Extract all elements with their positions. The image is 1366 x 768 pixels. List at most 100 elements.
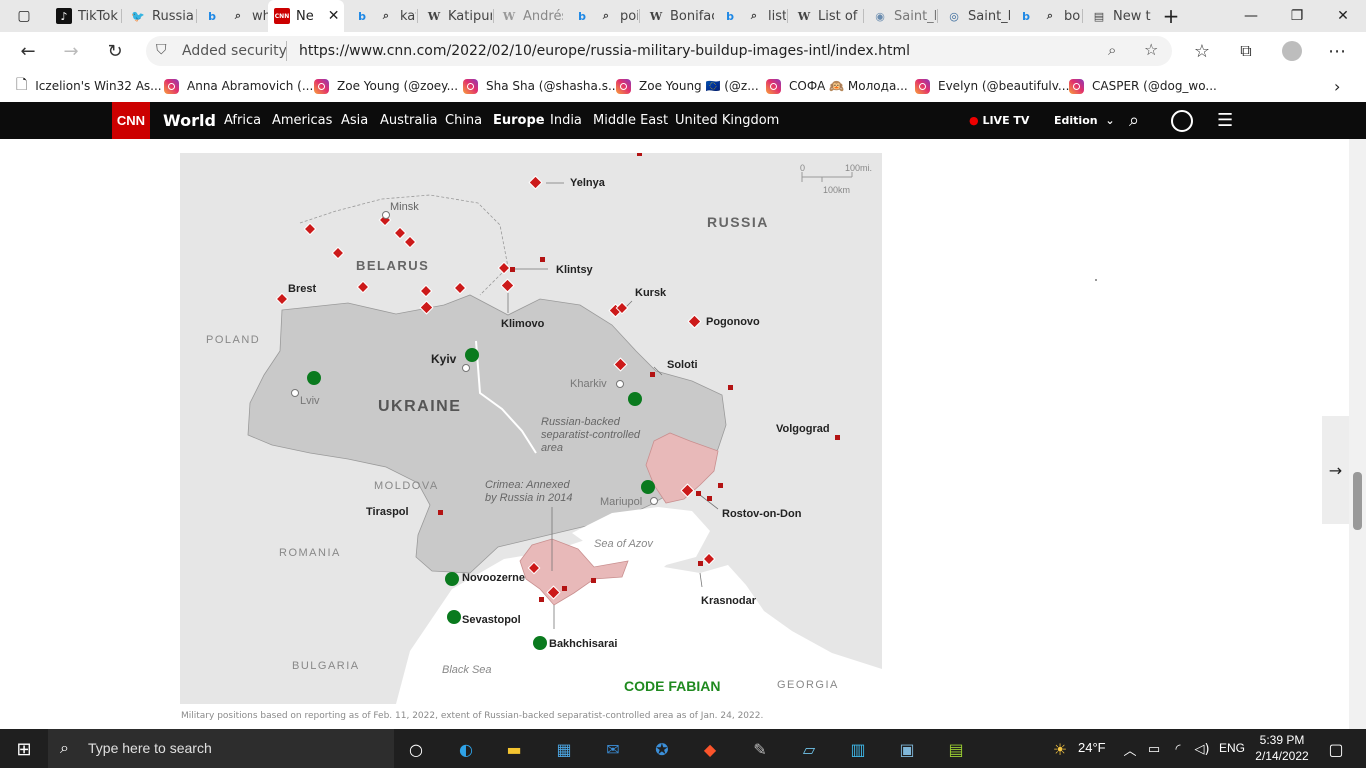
refresh-icon[interactable]: ↻ [100, 36, 130, 66]
shield-icon: ⛉ [156, 42, 167, 58]
safari-icon[interactable]: ✪ [646, 733, 678, 765]
city-label: Volgograd [776, 423, 830, 435]
favorites-chevron-icon[interactable]: › [1334, 76, 1340, 96]
green-position-marker [447, 610, 461, 624]
tab-list-of[interactable]: W List of [790, 4, 862, 28]
favorite-item[interactable]: CASPER (@dog_wo... [1069, 76, 1217, 96]
weather-icon[interactable]: ☀ [1044, 733, 1076, 765]
tab-bing-1[interactable]: b [198, 4, 222, 28]
city-label: Sevastopol [462, 614, 521, 626]
tab-search-kat[interactable]: ⌕ kat [372, 4, 416, 28]
cnn-icon: CNN [274, 8, 290, 24]
tab-new-tab[interactable]: ▤ New ta [1085, 4, 1151, 28]
tab-bing-2[interactable]: b [348, 4, 372, 28]
restore-icon[interactable]: ❐ [1274, 0, 1320, 32]
section-title[interactable]: World [163, 102, 216, 139]
app-icon-2[interactable]: ▱ [793, 733, 825, 765]
favorite-item[interactable]: Zoe Young (@zoey... [314, 76, 458, 96]
nav-middle-east[interactable]: Middle East [593, 102, 668, 139]
tab-search-list[interactable]: ⌕ list [740, 4, 786, 28]
search-icon[interactable]: ⌕ [1129, 102, 1139, 139]
account-icon[interactable] [1171, 102, 1193, 139]
favorite-item[interactable]: Zoe Young 🇪🇺 (@z... [616, 76, 759, 96]
tab-search-wh[interactable]: ⌕ wh [224, 4, 268, 28]
nav-africa[interactable]: Africa [224, 102, 261, 139]
omnibox[interactable]: ⛉ Added security https://www.cnn.com/202… [146, 36, 1172, 66]
zoom-icon[interactable]: ⌕ [1108, 41, 1116, 59]
city-label: Kharkiv [570, 378, 607, 390]
tab-bonifacio[interactable]: W Bonifac [642, 4, 714, 28]
favorite-item[interactable]: Evelyn (@beautifulv... [915, 76, 1069, 96]
profile-avatar[interactable] [1277, 36, 1307, 66]
file-explorer-icon[interactable]: ▬ [498, 733, 530, 765]
favorite-item[interactable]: Anna Abramovich (... [164, 76, 313, 96]
tab-saint-wikimedia[interactable]: ◎ Saint_F [940, 4, 1010, 28]
crimea-annotation: Crimea: Annexed by Russia in 2014 [485, 479, 573, 504]
edition-dropdown[interactable]: Edition ⌄ [1054, 102, 1115, 139]
security-label[interactable]: Added security [182, 43, 287, 59]
tab-katipunan[interactable]: W Katipur [420, 4, 492, 28]
city-dot [462, 364, 470, 372]
windows-start-icon[interactable]: ⊞ [8, 733, 40, 765]
tab-saint-commons[interactable]: ◉ Saint_F [866, 4, 936, 28]
task-view-icon[interactable]: ○ [400, 733, 432, 765]
tab-cnn-active[interactable]: CNN Ne ✕ [268, 0, 344, 32]
language-indicator[interactable]: ENG [1219, 741, 1245, 755]
app-icon[interactable]: ✎ [744, 733, 776, 765]
favorite-item[interactable]: 🗋 Iczelion's Win32 As... [16, 76, 162, 96]
nav-india[interactable]: India [550, 102, 582, 139]
calculator-icon[interactable]: ▤ [940, 733, 972, 765]
tab-search-poi[interactable]: ⌕ poi [592, 4, 638, 28]
live-tv-link[interactable]: ● LIVE TV [969, 102, 1029, 139]
tab-twitter[interactable]: 🐦 Russia [124, 4, 194, 28]
volume-icon[interactable]: ◁) [1186, 733, 1218, 765]
tab-search-bo[interactable]: ⌕ bo [1036, 4, 1080, 28]
weather-temp[interactable]: 24°F [1078, 740, 1106, 755]
window-close-icon[interactable]: ✕ [1320, 0, 1366, 32]
tab-tiktok[interactable]: ♪ TikTok [50, 4, 120, 28]
favorite-item[interactable]: СОФА 🙉 Молода... [766, 76, 908, 96]
new-tab-plus-icon[interactable]: + [1150, 0, 1192, 32]
more-menu-icon[interactable]: ⋯ [1322, 36, 1352, 66]
add-favorite-icon[interactable]: ☆ [1144, 40, 1158, 59]
nav-australia[interactable]: Australia [380, 102, 438, 139]
forward-icon[interactable]: → [56, 36, 86, 66]
nav-china[interactable]: China [445, 102, 482, 139]
cnn-logo[interactable]: CNN [112, 102, 150, 139]
hamburger-menu-icon[interactable]: ☰ [1217, 102, 1233, 139]
water-label: Sea of Azov [594, 538, 654, 550]
url-text[interactable]: https://www.cnn.com/2022/02/10/europe/ru… [299, 43, 910, 59]
scrollbar-thumb[interactable] [1353, 472, 1362, 530]
favorite-item[interactable]: Sha Sha (@shasha.s... [463, 76, 619, 96]
clock[interactable]: 5:39 PM 2/14/2022 [1248, 732, 1316, 764]
tab-andres[interactable]: W Andrés [495, 4, 563, 28]
app-icon-4[interactable]: ▣ [891, 733, 923, 765]
green-position-marker [641, 480, 655, 494]
tab-bing-5[interactable]: b [1012, 4, 1036, 28]
app-icon-3[interactable]: ▥ [842, 733, 874, 765]
nav-americas[interactable]: Americas [272, 102, 332, 139]
city-label: Novoozerne [462, 572, 525, 584]
mail-icon[interactable]: ✉ [597, 733, 629, 765]
edge-icon[interactable]: ◐ [450, 733, 482, 765]
brave-icon[interactable]: ◆ [694, 733, 726, 765]
tab-actions-icon[interactable]: ▢ [0, 0, 48, 32]
tab-bing-4[interactable]: b [716, 4, 740, 28]
nav-asia[interactable]: Asia [341, 102, 368, 139]
back-icon[interactable]: ← [13, 36, 43, 66]
close-tab-icon[interactable]: ✕ [328, 8, 340, 24]
page-scrollbar[interactable] [1349, 139, 1366, 729]
notifications-icon[interactable]: ▢ [1320, 733, 1352, 765]
nav-europe[interactable]: Europe [493, 102, 545, 139]
next-arrow-button[interactable]: → [1322, 416, 1349, 524]
store-icon[interactable]: ▦ [548, 733, 580, 765]
collections-icon[interactable]: ⧉ [1231, 36, 1261, 66]
minimize-icon[interactable]: — [1228, 0, 1274, 32]
city-label: Bakhchisarai [549, 638, 617, 650]
tab-bing-3[interactable]: b [568, 4, 592, 28]
taskbar-search-box[interactable]: ⌕ Type here to search [48, 729, 394, 768]
green-position-marker [307, 371, 321, 385]
nav-united-kingdom[interactable]: United Kingdom [675, 102, 779, 139]
dot-artifact [1095, 279, 1097, 281]
favorites-icon[interactable]: ☆ [1187, 36, 1217, 66]
